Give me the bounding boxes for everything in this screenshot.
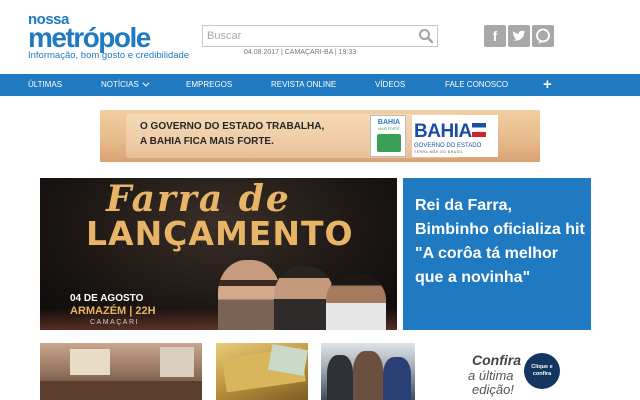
magazine-promo[interactable]: Confira a última edição! Clique e confir… bbox=[462, 350, 562, 400]
feature-person-1 bbox=[218, 260, 280, 330]
promo-line3: edição! bbox=[472, 382, 514, 397]
nav-item-empregos[interactable]: EMPREGOS bbox=[186, 74, 232, 96]
news-thumbnail-2[interactable] bbox=[216, 343, 308, 400]
feature-headline-panel[interactable]: Rei da Farra, Bimbinho oficializa hit "A… bbox=[403, 178, 591, 330]
site-logo[interactable]: nossa metrópole Informação, bom gosto e … bbox=[28, 12, 189, 62]
plus-icon[interactable]: + bbox=[543, 74, 552, 96]
feature-title-line2: LANÇAMENTO bbox=[86, 214, 354, 253]
thumb-person-2 bbox=[353, 351, 383, 400]
promo-line1: Confira bbox=[472, 352, 521, 368]
feature-place: ARMAZÉM | 22H bbox=[70, 305, 156, 317]
ad-banner[interactable]: O GOVERNO DO ESTADO TRABALHA, A BAHIA FI… bbox=[100, 110, 540, 162]
ad-box-image bbox=[377, 134, 401, 152]
ad-text-line2: A BAHIA FICA MAIS FORTE. bbox=[140, 136, 274, 147]
promo-badge-text: Clique e confira bbox=[531, 364, 553, 377]
ad-brand: BAHIA bbox=[414, 121, 472, 142]
ad-brand-sub: GOVERNO DO ESTADO bbox=[414, 143, 482, 149]
nav-item-revista-online[interactable]: REVISTA ONLINE bbox=[271, 74, 336, 96]
feature-image[interactable]: Farra de LANÇAMENTO 04 DE AGOSTO ARMAZÉM… bbox=[40, 178, 397, 330]
nav-item-noticias[interactable]: NOTÍCIAS bbox=[101, 74, 150, 96]
nav-item-fale-conosco[interactable]: FALE CONOSCO bbox=[445, 74, 508, 96]
search-box bbox=[202, 25, 438, 47]
nav-item-ultimas[interactable]: ÚLTIMAS bbox=[28, 74, 62, 96]
logo-tagline: Informação, bom gosto e credibilidade bbox=[28, 50, 190, 61]
nav-item-noticias-label: NOTÍCIAS bbox=[101, 80, 139, 89]
news-thumbnail-3[interactable] bbox=[321, 343, 415, 400]
nav-item-videos[interactable]: VÍDEOS bbox=[375, 74, 405, 96]
chevron-down-icon bbox=[142, 79, 150, 87]
feature-headline[interactable]: Rei da Farra, Bimbinho oficializa hit "A… bbox=[415, 194, 585, 290]
thumb-table bbox=[40, 381, 202, 400]
search-input[interactable] bbox=[203, 26, 413, 46]
ad-bahia-mais-forte-logo: BAHIA MAIS FORTE bbox=[370, 115, 406, 157]
promo-line2: a última bbox=[468, 368, 514, 383]
main-nav: ÚLTIMAS NOTÍCIAS EMPREGOS REVISTA ONLINE… bbox=[0, 74, 640, 96]
feature-person-2 bbox=[274, 266, 334, 330]
ad-government-logo: BAHIA GOVERNO DO ESTADO TERRA MÃE DO BRA… bbox=[412, 115, 498, 157]
feature-person-3 bbox=[326, 274, 386, 330]
thumb-person-1 bbox=[327, 355, 353, 400]
ad-brand-sub2: TERRA MÃE DO BRASIL bbox=[414, 150, 464, 154]
ad-text-line1: O GOVERNO DO ESTADO TRABALHA, bbox=[140, 121, 325, 132]
flag-icon bbox=[472, 123, 486, 137]
feature-city: CAMAÇARI bbox=[90, 319, 139, 326]
chat-icon[interactable] bbox=[532, 25, 554, 47]
facebook-icon[interactable]: f bbox=[484, 25, 506, 47]
ad-box-title: BAHIA bbox=[377, 119, 401, 126]
thumb-person-3 bbox=[383, 357, 411, 400]
twitter-icon[interactable] bbox=[508, 25, 530, 47]
search-icon[interactable] bbox=[417, 27, 435, 45]
thumb-wall-panel-2 bbox=[160, 347, 194, 377]
promo-badge[interactable]: Clique e confira bbox=[524, 353, 560, 389]
thumb-wall-panel bbox=[70, 349, 110, 375]
news-thumbnail-1[interactable] bbox=[40, 343, 202, 400]
ad-box-subtitle: MAIS FORTE bbox=[378, 127, 400, 131]
logo-main-text: metrópole bbox=[28, 22, 151, 53]
date-location-time: 04.08.2017 | CAMAÇARI-BA | 19:33 bbox=[244, 49, 357, 56]
feature-date: 04 DE AGOSTO bbox=[70, 293, 144, 304]
